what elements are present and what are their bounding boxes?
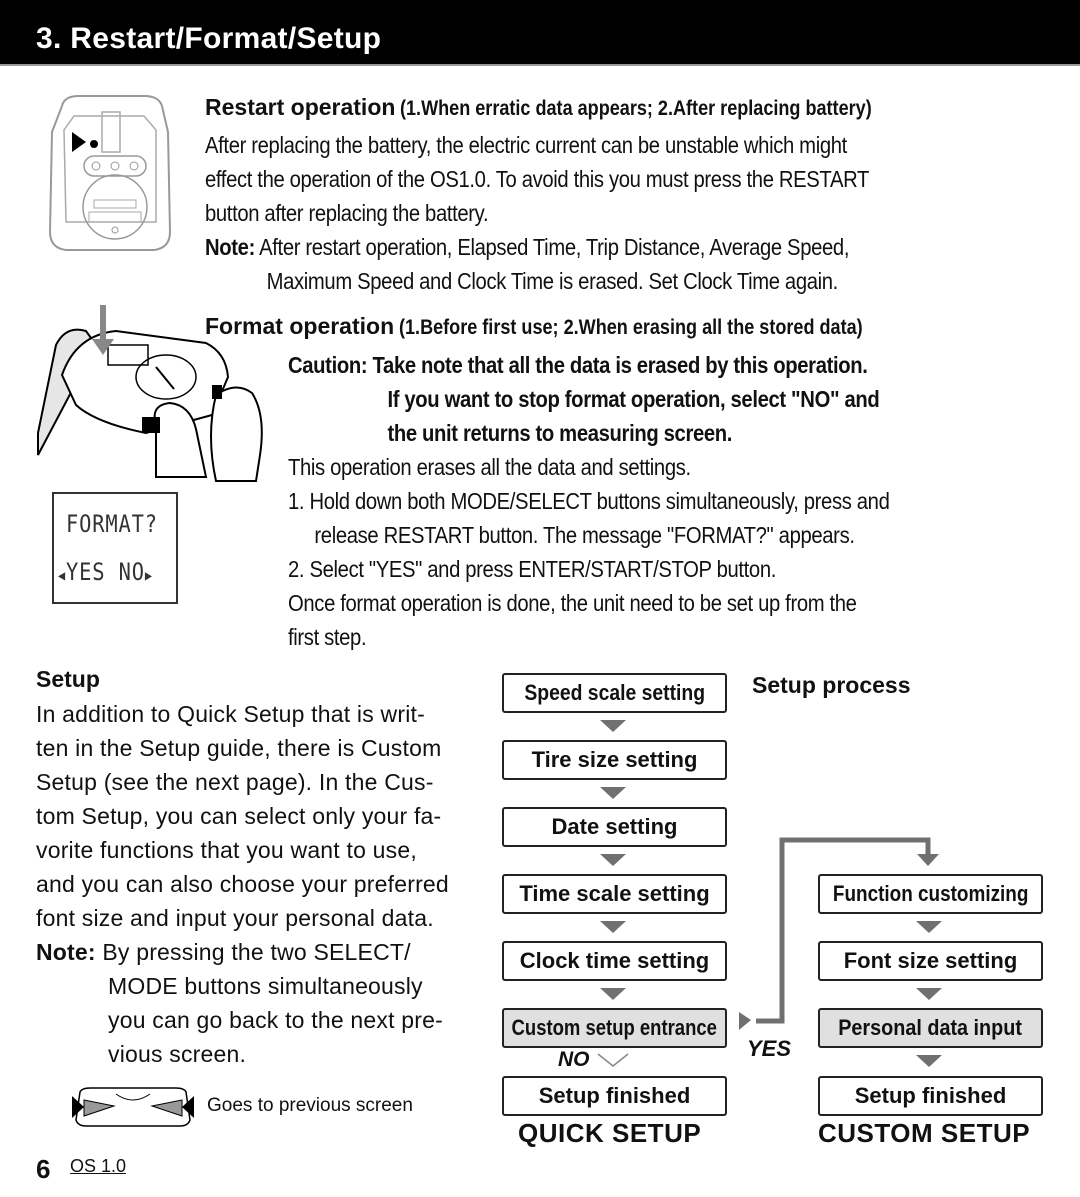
down-arrow-icon bbox=[600, 787, 626, 799]
flow-step-label: Personal data input bbox=[838, 1015, 1023, 1040]
custom-setup-label: CUSTOM SETUP bbox=[818, 1118, 1031, 1148]
format-title: Format operation bbox=[205, 313, 395, 339]
restart-body: After replacing the battery, the electri… bbox=[205, 128, 960, 230]
flow-step-quick-finished: Setup finished bbox=[502, 1076, 727, 1116]
setup-body-line: font size and input your personal data. bbox=[36, 905, 434, 931]
setup-body-line: In addition to Quick Setup that is writ- bbox=[36, 701, 425, 727]
setup-note-label: Note: bbox=[36, 939, 96, 965]
right-arrow-icon: ▶ bbox=[144, 568, 153, 584]
step-line: release RESTART button. The message "FOR… bbox=[314, 522, 855, 548]
format-outro-line: first step. bbox=[288, 624, 367, 650]
yes-label: YES bbox=[747, 1036, 792, 1061]
lcd-format-screen: FORMAT? ◀YES NO▶ bbox=[52, 492, 178, 604]
step-number: 1. bbox=[288, 488, 305, 514]
page-title: 3. Restart/Format/Setup bbox=[36, 22, 382, 55]
flow-step-label: Date setting bbox=[551, 814, 678, 839]
format-caution: Caution: Take note that all the data is … bbox=[288, 348, 960, 450]
restart-note: Note: After restart operation, Elapsed T… bbox=[205, 230, 937, 298]
down-arrow-icon bbox=[917, 854, 939, 866]
format-heading: Format operation (1.Before first use; 2.… bbox=[205, 313, 938, 340]
flow-step-custom-finished: Setup finished bbox=[818, 1076, 1043, 1116]
product-name: OS 1.0 bbox=[70, 1156, 127, 1176]
page-number: 6 bbox=[36, 1154, 51, 1184]
lcd-options: ◀YES NO▶ bbox=[58, 558, 153, 586]
yes-connector-arrow bbox=[739, 837, 939, 1030]
flow-step-label: Font size setting bbox=[843, 948, 1018, 973]
setup-body: In addition to Quick Setup that is writ-… bbox=[36, 697, 476, 1071]
format-outro-line: Once format operation is done, the unit … bbox=[288, 590, 857, 616]
flow-step-personal-data: Personal data input bbox=[818, 1008, 1043, 1048]
flow-step-label: Speed scale setting bbox=[524, 680, 705, 705]
setup-body-line: Setup (see the next page). In the Cus- bbox=[36, 769, 434, 795]
setup-note-line: By pressing the two SELECT/ bbox=[102, 939, 411, 965]
device-caption: Goes to previous screen bbox=[207, 1095, 413, 1116]
flow-step-date: Date setting bbox=[502, 807, 727, 847]
step-line: Select "YES" and press ENTER/START/STOP … bbox=[309, 556, 777, 582]
restart-body-line: After replacing the battery, the electri… bbox=[205, 132, 847, 158]
flow-step-label: Setup finished bbox=[538, 1083, 691, 1108]
restart-body-line: button after replacing the battery. bbox=[205, 200, 489, 226]
lcd-no: NO bbox=[118, 558, 145, 586]
note-line: After restart operation, Elapsed Time, T… bbox=[259, 234, 850, 260]
format-intro: This operation erases all the data and s… bbox=[288, 454, 691, 480]
flow-step-label: Function customizing bbox=[832, 881, 1029, 906]
flow-step-clock-time: Clock time setting bbox=[502, 941, 727, 981]
flow-step-tire-size: Tire size setting bbox=[502, 740, 727, 780]
lcd-yes: YES bbox=[66, 558, 106, 586]
flow-step-label: Tire size setting bbox=[531, 747, 698, 772]
down-arrow-icon bbox=[600, 854, 626, 866]
caution-line: the unit returns to measuring screen. bbox=[387, 420, 733, 446]
flow-step-font-size: Font size setting bbox=[818, 941, 1043, 981]
setup-note-line: you can go back to the next pre- bbox=[108, 1007, 443, 1033]
setup-note-line: vious screen. bbox=[108, 1041, 247, 1067]
right-arrow-icon bbox=[739, 1012, 751, 1030]
flow-title: Setup process bbox=[752, 672, 911, 698]
setup-title: Setup bbox=[36, 666, 100, 692]
chevron-down-icon bbox=[597, 1053, 629, 1067]
device-top-buttons-illustration bbox=[72, 1087, 194, 1127]
note-label: Note: bbox=[205, 234, 255, 260]
flow-step-label: Time scale setting bbox=[519, 881, 710, 906]
no-label: NO bbox=[558, 1048, 590, 1071]
caution-label: Caution: bbox=[288, 352, 368, 378]
down-arrow-icon bbox=[916, 921, 942, 933]
setup-body-line: and you can also choose your preferred bbox=[36, 871, 449, 897]
quick-setup-label: QUICK SETUP bbox=[518, 1118, 702, 1148]
setup-body-line: vorite functions that you want to use, bbox=[36, 837, 417, 863]
flow-step-label: Custom setup entrance bbox=[511, 1015, 718, 1040]
flow-step-custom-entrance: Custom setup entrance bbox=[502, 1008, 727, 1048]
setup-body-line: tom Setup, you can select only your fa- bbox=[36, 803, 442, 829]
down-arrow-icon bbox=[600, 921, 626, 933]
step-number: 2. bbox=[288, 556, 305, 582]
flow-step-function-customizing: Function customizing bbox=[818, 874, 1043, 914]
flow-step-label: Clock time setting bbox=[519, 948, 710, 973]
down-arrow-icon bbox=[916, 1055, 942, 1067]
step-line: Hold down both MODE/SELECT buttons simul… bbox=[309, 488, 890, 514]
restart-heading: Restart operation (1.When erratic data a… bbox=[205, 94, 948, 121]
flow-step-time-scale: Time scale setting bbox=[502, 874, 727, 914]
down-arrow-icon bbox=[600, 988, 626, 1000]
down-arrow-icon bbox=[916, 988, 942, 1000]
down-arrow-icon bbox=[600, 720, 626, 732]
lcd-format-text: FORMAT? bbox=[66, 510, 158, 538]
setup-body-line: ten in the Setup guide, there is Custom bbox=[36, 735, 442, 761]
restart-body-line: effect the operation of the OS1.0. To av… bbox=[205, 166, 870, 192]
restart-title: Restart operation bbox=[205, 94, 396, 120]
flow-step-speed-scale: Speed scale setting bbox=[502, 673, 727, 713]
flow-step-label: Setup finished bbox=[854, 1083, 1007, 1108]
caution-line: If you want to stop format operation, se… bbox=[387, 386, 880, 412]
caution-line: Take note that all the data is erased by… bbox=[372, 352, 868, 378]
format-body: This operation erases all the data and s… bbox=[288, 450, 972, 654]
note-line: Maximum Speed and Clock Time is erased. … bbox=[266, 268, 839, 294]
setup-note-line: MODE buttons simultaneously bbox=[108, 973, 423, 999]
restart-subtitle: (1.When erratic data appears; 2.After re… bbox=[399, 97, 872, 120]
device-back-illustration bbox=[48, 95, 172, 251]
format-subtitle: (1.Before first use; 2.When erasing all … bbox=[398, 316, 863, 339]
